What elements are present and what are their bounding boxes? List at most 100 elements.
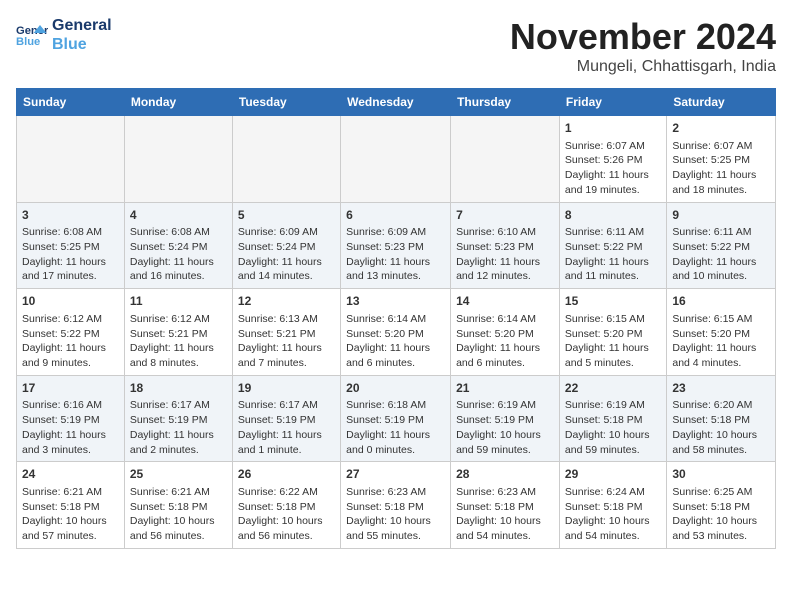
- col-header-wednesday: Wednesday: [341, 89, 451, 116]
- day-info: Sunrise: 6:23 AMSunset: 5:18 PMDaylight:…: [346, 486, 431, 542]
- day-info: Sunrise: 6:08 AMSunset: 5:24 PMDaylight:…: [130, 226, 214, 282]
- logo-icon: General Blue: [16, 21, 48, 49]
- day-info: Sunrise: 6:17 AMSunset: 5:19 PMDaylight:…: [238, 399, 322, 455]
- day-number: 12: [238, 293, 335, 310]
- day-cell: 1 Sunrise: 6:07 AMSunset: 5:26 PMDaylight…: [559, 116, 666, 203]
- day-number: 5: [238, 207, 335, 224]
- day-cell: 5Sunrise: 6:09 AMSunset: 5:24 PMDaylight…: [232, 202, 340, 289]
- day-number: 22: [565, 380, 661, 397]
- day-cell: 23 Sunrise: 6:20 AMSunset: 5:18 PMDayligh…: [667, 375, 776, 462]
- day-number: 27: [346, 466, 445, 483]
- day-cell: 26 Sunrise: 6:22 AMSunset: 5:18 PMDayligh…: [232, 462, 340, 549]
- day-info: Sunrise: 6:13 AMSunset: 5:21 PMDaylight:…: [238, 313, 322, 369]
- day-number: 2: [672, 120, 770, 137]
- day-number: 1: [565, 120, 661, 137]
- week-row-1: 1 Sunrise: 6:07 AMSunset: 5:26 PMDaylight…: [17, 116, 776, 203]
- day-number: 20: [346, 380, 445, 397]
- week-row-5: 24 Sunrise: 6:21 AMSunset: 5:18 PMDayligh…: [17, 462, 776, 549]
- day-cell: 13 Sunrise: 6:14 AMSunset: 5:20 PMDayligh…: [341, 289, 451, 376]
- day-cell: 30 Sunrise: 6:25 AMSunset: 5:18 PMDayligh…: [667, 462, 776, 549]
- day-info: Sunrise: 6:07 AMSunset: 5:26 PMDaylight:…: [565, 140, 649, 196]
- day-number: 26: [238, 466, 335, 483]
- day-number: 10: [22, 293, 119, 310]
- day-info: Sunrise: 6:14 AMSunset: 5:20 PMDaylight:…: [456, 313, 540, 369]
- day-info: Sunrise: 6:20 AMSunset: 5:18 PMDaylight:…: [672, 399, 757, 455]
- day-info: Sunrise: 6:16 AMSunset: 5:19 PMDaylight:…: [22, 399, 106, 455]
- day-cell: 4 Sunrise: 6:08 AMSunset: 5:24 PMDaylight…: [124, 202, 232, 289]
- day-number: 23: [672, 380, 770, 397]
- day-number: 28: [456, 466, 554, 483]
- day-number: 29: [565, 466, 661, 483]
- col-header-friday: Friday: [559, 89, 666, 116]
- day-info: Sunrise: 6:21 AMSunset: 5:18 PMDaylight:…: [130, 486, 215, 542]
- day-number: 30: [672, 466, 770, 483]
- day-number: 15: [565, 293, 661, 310]
- logo-text-general: General: [52, 16, 112, 35]
- day-cell: 19 Sunrise: 6:17 AMSunset: 5:19 PMDayligh…: [232, 375, 340, 462]
- svg-text:Blue: Blue: [16, 36, 40, 48]
- logo-text-blue: Blue: [52, 35, 112, 54]
- day-cell: 6 Sunrise: 6:09 AMSunset: 5:23 PMDaylight…: [341, 202, 451, 289]
- day-number: 11: [130, 293, 227, 310]
- day-info: Sunrise: 6:08 AMSunset: 5:25 PMDaylight:…: [22, 226, 106, 282]
- day-info: Sunrise: 6:25 AMSunset: 5:18 PMDaylight:…: [672, 486, 757, 542]
- day-cell: 24Sunrise: 6:21 AMSunset: 5:18 PMDayligh…: [17, 462, 125, 549]
- day-info: Sunrise: 6:12 AMSunset: 5:21 PMDaylight:…: [130, 313, 214, 369]
- col-header-monday: Monday: [124, 89, 232, 116]
- day-cell: 14Sunrise: 6:14 AMSunset: 5:20 PMDayligh…: [451, 289, 560, 376]
- day-info: Sunrise: 6:09 AMSunset: 5:23 PMDaylight:…: [346, 226, 430, 282]
- day-number: 7: [456, 207, 554, 224]
- day-cell: [232, 116, 340, 203]
- day-cell: [124, 116, 232, 203]
- day-number: 9: [672, 207, 770, 224]
- day-cell: 9 Sunrise: 6:11 AMSunset: 5:22 PMDaylight…: [667, 202, 776, 289]
- day-info: Sunrise: 6:19 AMSunset: 5:18 PMDaylight:…: [565, 399, 650, 455]
- day-number: 3: [22, 207, 119, 224]
- week-row-2: 3 Sunrise: 6:08 AMSunset: 5:25 PMDaylight…: [17, 202, 776, 289]
- day-cell: [341, 116, 451, 203]
- day-number: 21: [456, 380, 554, 397]
- col-header-tuesday: Tuesday: [232, 89, 340, 116]
- day-cell: 7Sunrise: 6:10 AMSunset: 5:23 PMDaylight…: [451, 202, 560, 289]
- day-info: Sunrise: 6:14 AMSunset: 5:20 PMDaylight:…: [346, 313, 430, 369]
- day-cell: 28 Sunrise: 6:23 AMSunset: 5:18 PMDayligh…: [451, 462, 560, 549]
- day-number: 13: [346, 293, 445, 310]
- day-cell: 12 Sunrise: 6:13 AMSunset: 5:21 PMDayligh…: [232, 289, 340, 376]
- day-info: Sunrise: 6:12 AMSunset: 5:22 PMDaylight:…: [22, 313, 106, 369]
- day-cell: [451, 116, 560, 203]
- day-info: Sunrise: 6:11 AMSunset: 5:22 PMDaylight:…: [565, 226, 649, 282]
- col-header-sunday: Sunday: [17, 89, 125, 116]
- day-number: 18: [130, 380, 227, 397]
- week-row-4: 17Sunrise: 6:16 AMSunset: 5:19 PMDayligh…: [17, 375, 776, 462]
- day-info: Sunrise: 6:23 AMSunset: 5:18 PMDaylight:…: [456, 486, 541, 542]
- header: General Blue General Blue November 2024 …: [16, 16, 776, 76]
- calendar-table: SundayMondayTuesdayWednesdayThursdayFrid…: [16, 88, 776, 549]
- day-cell: 2 Sunrise: 6:07 AMSunset: 5:25 PMDaylight…: [667, 116, 776, 203]
- day-number: 24: [22, 466, 119, 483]
- day-info: Sunrise: 6:17 AMSunset: 5:19 PMDaylight:…: [130, 399, 214, 455]
- day-info: Sunrise: 6:19 AMSunset: 5:19 PMDaylight:…: [456, 399, 541, 455]
- day-info: Sunrise: 6:07 AMSunset: 5:25 PMDaylight:…: [672, 140, 756, 196]
- day-number: 19: [238, 380, 335, 397]
- day-cell: 17Sunrise: 6:16 AMSunset: 5:19 PMDayligh…: [17, 375, 125, 462]
- day-number: 6: [346, 207, 445, 224]
- day-info: Sunrise: 6:15 AMSunset: 5:20 PMDaylight:…: [672, 313, 756, 369]
- day-cell: 11 Sunrise: 6:12 AMSunset: 5:21 PMDayligh…: [124, 289, 232, 376]
- week-row-3: 10 Sunrise: 6:12 AMSunset: 5:22 PMDayligh…: [17, 289, 776, 376]
- day-cell: 21 Sunrise: 6:19 AMSunset: 5:19 PMDayligh…: [451, 375, 560, 462]
- title-area: November 2024 Mungeli, Chhattisgarh, Ind…: [510, 16, 776, 76]
- day-info: Sunrise: 6:18 AMSunset: 5:19 PMDaylight:…: [346, 399, 430, 455]
- day-number: 4: [130, 207, 227, 224]
- day-number: 25: [130, 466, 227, 483]
- day-info: Sunrise: 6:24 AMSunset: 5:18 PMDaylight:…: [565, 486, 650, 542]
- day-number: 8: [565, 207, 661, 224]
- day-cell: 8 Sunrise: 6:11 AMSunset: 5:22 PMDaylight…: [559, 202, 666, 289]
- day-cell: 16Sunrise: 6:15 AMSunset: 5:20 PMDayligh…: [667, 289, 776, 376]
- day-cell: 3 Sunrise: 6:08 AMSunset: 5:25 PMDaylight…: [17, 202, 125, 289]
- day-cell: 25 Sunrise: 6:21 AMSunset: 5:18 PMDayligh…: [124, 462, 232, 549]
- day-cell: 10 Sunrise: 6:12 AMSunset: 5:22 PMDayligh…: [17, 289, 125, 376]
- day-info: Sunrise: 6:11 AMSunset: 5:22 PMDaylight:…: [672, 226, 756, 282]
- day-info: Sunrise: 6:22 AMSunset: 5:18 PMDaylight:…: [238, 486, 323, 542]
- day-info: Sunrise: 6:15 AMSunset: 5:20 PMDaylight:…: [565, 313, 649, 369]
- col-header-saturday: Saturday: [667, 89, 776, 116]
